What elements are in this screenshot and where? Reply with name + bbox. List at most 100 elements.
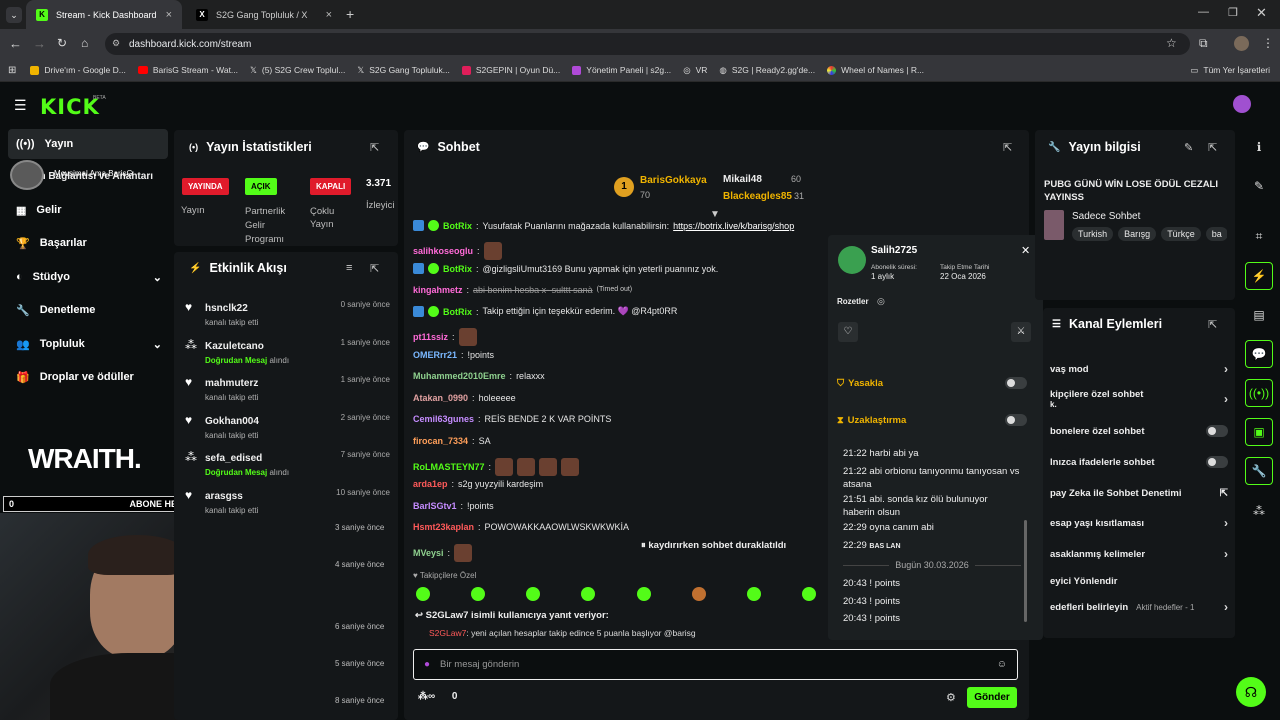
action-toggle[interactable] bbox=[1206, 425, 1228, 437]
channel-action-item[interactable]: edefleri belirleyin Aktif hedefler - 1 › bbox=[1050, 594, 1228, 620]
close-tab-icon[interactable]: × bbox=[166, 9, 172, 21]
tab-list-button[interactable]: ⌄ bbox=[6, 7, 22, 23]
close-tab-icon[interactable]: × bbox=[326, 9, 332, 21]
channel-action-item[interactable]: vaş mod › bbox=[1050, 356, 1228, 382]
popout-icon[interactable]: ⇱ bbox=[370, 262, 379, 275]
timeout-row[interactable]: ⧗ Uzaklaştırma bbox=[837, 411, 1027, 429]
nav-basarilar[interactable]: 🏆 Başarılar bbox=[8, 228, 168, 258]
mic-icon[interactable]: ● bbox=[424, 659, 430, 670]
chat-message[interactable]: arda1ep: s2g yuyzyili kardeşim bbox=[413, 479, 543, 489]
browser-menu-icon[interactable]: ⋮ bbox=[1262, 36, 1274, 50]
close-icon[interactable]: ✕ bbox=[1021, 244, 1030, 257]
chat-message[interactable]: Hsmt23kaplan: POWOWAKKAAOWLWSKWKWKİA bbox=[413, 522, 629, 532]
bookmark-s2gepin[interactable]: S2GEPIN | Oyun Dü... bbox=[461, 65, 560, 75]
pen-icon[interactable]: ✎ bbox=[1245, 172, 1273, 200]
chat-message[interactable]: pt11ssiz: bbox=[413, 328, 477, 346]
bookmark-youtube[interactable]: BarisG Stream - Wat... bbox=[137, 65, 238, 75]
popout-icon[interactable]: ⇱ bbox=[1208, 318, 1217, 331]
ban-toggle[interactable] bbox=[1005, 377, 1027, 389]
monitor-icon[interactable]: ▣ bbox=[1245, 418, 1273, 446]
minimize-button[interactable]: — bbox=[1198, 6, 1209, 18]
filter-icon[interactable]: ≡ bbox=[346, 262, 352, 274]
activity-item[interactable]: ⁂ Kazuletcano Doğrudan Mesaj alındı 1 saniy… bbox=[185, 334, 390, 371]
emote-icon[interactable] bbox=[801, 587, 816, 601]
wrench-icon[interactable]: 🔧 bbox=[1245, 457, 1273, 485]
all-bookmarks[interactable]: ▭ Tüm Yer İşaretleri bbox=[1190, 65, 1270, 76]
ban-row[interactable]: ⛉ Yasakla bbox=[837, 374, 1027, 392]
emoji-icon[interactable]: ☺ bbox=[997, 659, 1007, 670]
extensions-icon[interactable]: ⧉ bbox=[1199, 36, 1208, 51]
page-icon[interactable]: ▤ bbox=[1245, 301, 1273, 329]
chat-message[interactable]: BarISGtv1: !points bbox=[413, 501, 494, 511]
back-icon[interactable]: ← bbox=[9, 36, 22, 51]
bookmark-vr[interactable]: ◎ VR bbox=[683, 65, 707, 76]
nav-denetleme[interactable]: 🔧 Denetleme bbox=[8, 295, 168, 325]
nav-gelir[interactable]: ▦ Gelir bbox=[8, 195, 168, 225]
action-toggle[interactable] bbox=[1206, 456, 1228, 468]
bookmark-star-icon[interactable]: ☆ bbox=[1166, 36, 1177, 50]
bookmark-x-gang[interactable]: 𝕏 S2G Gang Topluluk... bbox=[357, 65, 450, 76]
reload-icon[interactable]: ↻ bbox=[57, 36, 67, 50]
tag[interactable]: ba bbox=[1205, 227, 1227, 241]
chat-paused-banner[interactable]: ⏸ kaydırırken sohbet duraklatıldı bbox=[633, 537, 795, 554]
channel-action-item[interactable]: lnızca ifadelerle sohbet bbox=[1050, 449, 1228, 475]
crop-icon[interactable]: ⌗ bbox=[1245, 222, 1273, 250]
send-button[interactable]: Gönder bbox=[967, 687, 1017, 708]
emote-icon[interactable] bbox=[746, 587, 761, 601]
tab-kick-dashboard[interactable]: K Stream - Kick Dashboard × bbox=[26, 0, 182, 29]
popout-icon[interactable]: ⇱ bbox=[1003, 141, 1012, 154]
edit-icon[interactable]: ✎ bbox=[1184, 141, 1193, 154]
chat-input[interactable]: ● Bir mesaj gönderin ☺ bbox=[413, 649, 1018, 680]
emote-icon[interactable] bbox=[416, 587, 430, 601]
close-window-button[interactable]: ✕ bbox=[1256, 5, 1267, 21]
bookmark-ready2gg[interactable]: ◍ S2G | Ready2.gg'de... bbox=[719, 65, 815, 76]
nav-yayin[interactable]: ((•)) Yayın bbox=[8, 129, 168, 159]
bookmark-wheel[interactable]: Wheel of Names | R... bbox=[827, 65, 924, 75]
channel-action-item[interactable]: esap yaşı kısıtlaması › bbox=[1050, 510, 1228, 536]
popout-icon[interactable]: ⇱ bbox=[370, 141, 379, 154]
channel-action-item[interactable]: bonelere özel sohbet bbox=[1050, 418, 1228, 444]
chat-icon[interactable]: 💬 bbox=[1245, 340, 1273, 368]
tab-s2g-gang[interactable]: X S2G Gang Topluluk / X × bbox=[186, 0, 342, 29]
chat-message[interactable]: BotRix: Yusufatak Puanlarını mağazada kul… bbox=[413, 220, 794, 231]
nav-studyo[interactable]: ◐ Stüdyo ⌄ bbox=[8, 262, 168, 292]
bolt-icon[interactable]: ⚡ bbox=[1245, 262, 1273, 290]
activity-item[interactable]: ⁂ sefa_edised Doğrudan Mesaj alındı 7 saniy… bbox=[185, 446, 390, 483]
activity-item[interactable]: ♥ arasgss kanalı takip etti 10 saniye önce bbox=[185, 484, 390, 521]
forward-icon[interactable]: → bbox=[33, 36, 46, 51]
chat-message[interactable]: MVeysi: bbox=[413, 544, 473, 562]
chat-message[interactable]: kingahmetz: abi benim hesba x- sulttt san… bbox=[413, 285, 632, 295]
emote-icon[interactable] bbox=[471, 587, 486, 601]
chat-message[interactable]: Atakan_0990: holeeeee bbox=[413, 393, 516, 403]
chat-message[interactable]: RoLMASTEYN77: bbox=[413, 457, 580, 476]
chat-message[interactable]: OMERrr21: !points bbox=[413, 350, 494, 360]
profile-avatar[interactable] bbox=[1234, 36, 1249, 51]
chat-message[interactable]: BotRix: Takip ettiğin için teşekkür ederi… bbox=[413, 306, 677, 318]
activity-item[interactable]: ♥ hsnclk22 kanalı takip etti 0 saniye önce bbox=[185, 296, 390, 333]
chat-settings-icon[interactable]: ⚙ bbox=[946, 691, 956, 704]
user-avatar[interactable] bbox=[1233, 95, 1251, 113]
mod-sword-button[interactable]: ⚔ bbox=[1011, 322, 1031, 342]
new-tab-button[interactable]: + bbox=[346, 6, 354, 22]
channel-action-item[interactable]: kipçilere özel sohbet k. › bbox=[1050, 386, 1228, 412]
url-bar[interactable]: dashboard.kick.com/stream bbox=[105, 33, 1190, 55]
nav-droplar[interactable]: 🎁 Droplar ve ödüller bbox=[8, 362, 168, 392]
tag[interactable]: Barışg bbox=[1118, 227, 1157, 241]
chat-message[interactable]: Cemil63gunes: REİS BENDE 2 K VAR POİNTS bbox=[413, 414, 611, 424]
chat-message[interactable]: BotRix: @gizligsliUmut3169 Bunu yapmak iç… bbox=[413, 263, 718, 275]
emote-icon[interactable] bbox=[636, 587, 651, 601]
emote-icon[interactable] bbox=[581, 587, 596, 601]
chat-message[interactable]: Muhammed2010Emre: relaxxx bbox=[413, 371, 545, 381]
support-button[interactable]: ☊ bbox=[1236, 677, 1266, 707]
tag[interactable]: Turkish bbox=[1072, 227, 1114, 241]
apps-grid-icon[interactable]: ⊞ bbox=[8, 65, 16, 76]
chat-message[interactable]: salihkoseoglu: bbox=[413, 241, 502, 260]
nav-topluluk[interactable]: 👥 Topluluk ⌄ bbox=[8, 329, 168, 359]
hamburger-menu-icon[interactable]: ☰ bbox=[14, 97, 27, 114]
bookmark-drive[interactable]: Drive'ım - Google D... bbox=[30, 65, 126, 75]
apps-icon[interactable]: ⁂ bbox=[1245, 497, 1273, 525]
history-scrollbar[interactable] bbox=[1024, 520, 1027, 622]
broadcast-icon[interactable]: ((•)) bbox=[1245, 379, 1273, 407]
site-info-icon[interactable]: ⚙ bbox=[112, 38, 120, 49]
channel-action-item[interactable]: pay Zeka ile Sohbet Denetimi ⇱ bbox=[1050, 480, 1228, 506]
